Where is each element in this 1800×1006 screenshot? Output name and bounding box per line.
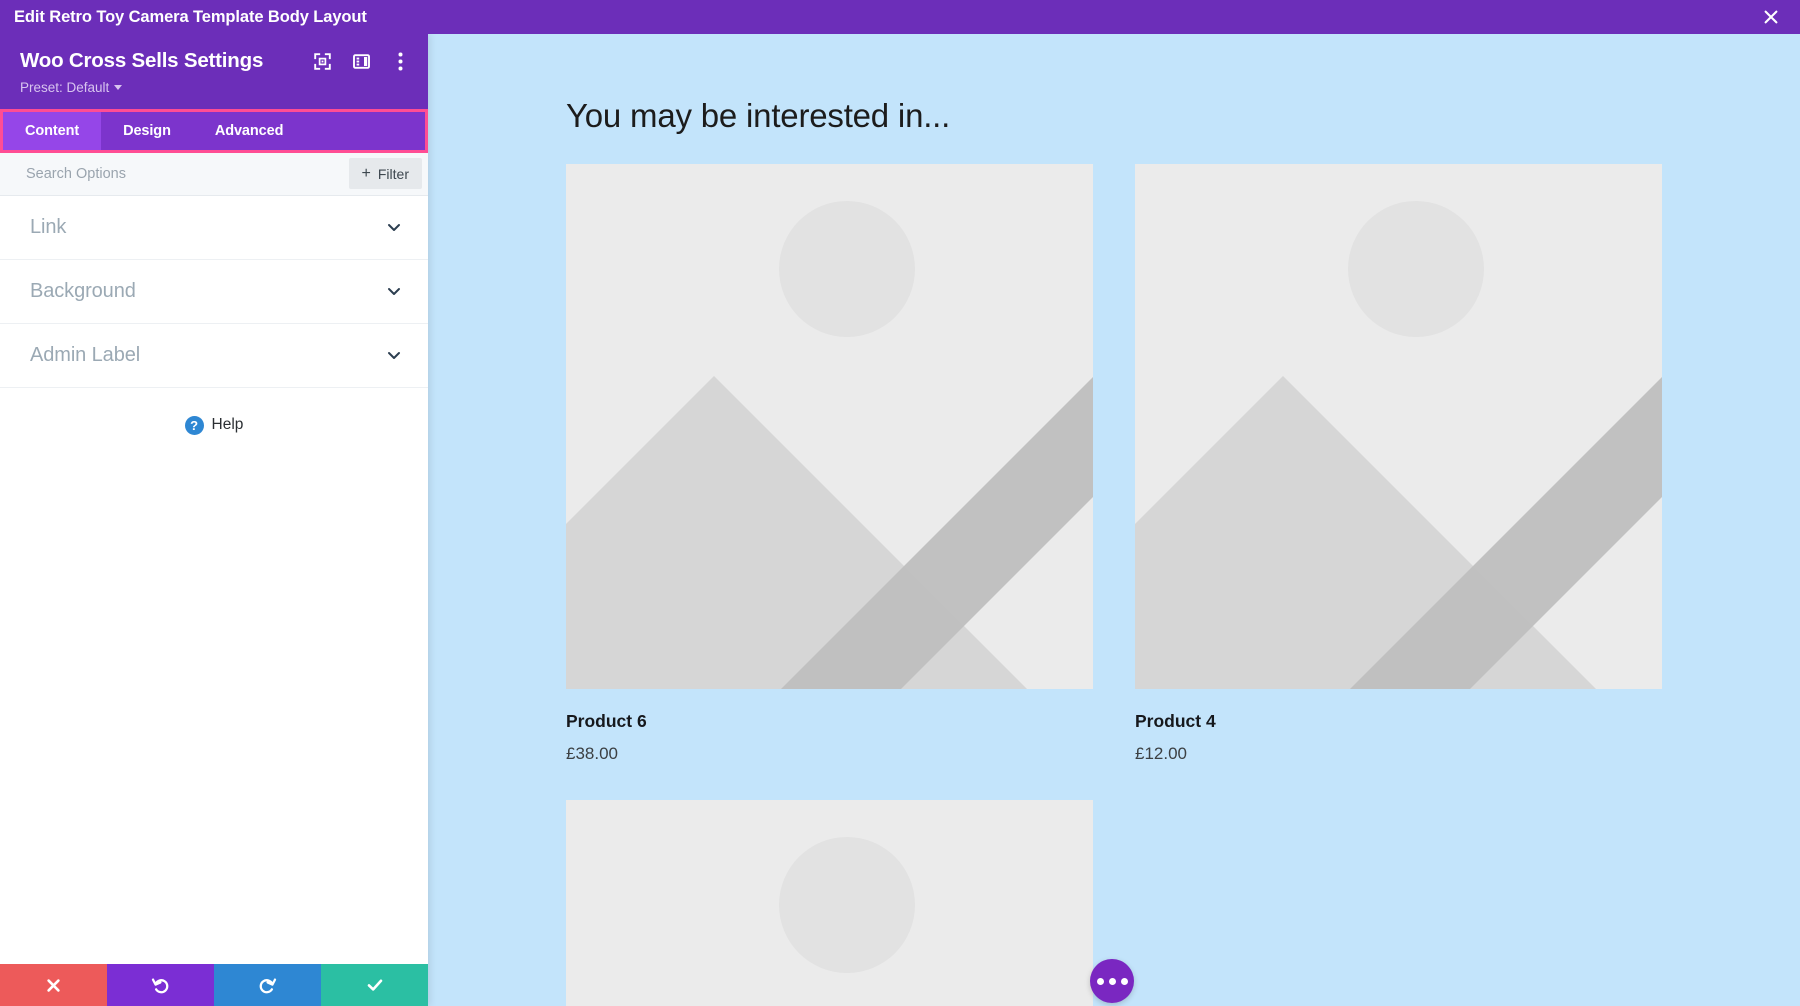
product-card[interactable]: Product 6 £38.00: [566, 164, 1093, 764]
panel-header-actions: [302, 51, 410, 71]
divi-builder-screen: Edit Retro Toy Camera Template Body Layo…: [0, 0, 1800, 1006]
filter-label: Filter: [378, 166, 409, 182]
product-card[interactable]: [566, 800, 1093, 1006]
close-x-icon: [45, 977, 62, 994]
accordion-label: Link: [30, 216, 66, 239]
tab-label: Advanced: [215, 123, 284, 139]
tab-label: Content: [25, 123, 79, 139]
layout-panel-icon[interactable]: [351, 51, 371, 71]
chevron-down-icon: [386, 347, 402, 363]
question-mark-icon: ?: [185, 416, 204, 435]
product-title: Product 6: [566, 711, 1093, 732]
close-icon[interactable]: [1758, 4, 1784, 30]
accordion-item-background[interactable]: Background: [0, 260, 428, 324]
tab-label: Design: [123, 123, 171, 139]
tab-design[interactable]: Design: [101, 112, 193, 150]
accordion-item-link[interactable]: Link: [0, 196, 428, 260]
options-accordion: Link Background Admin Label: [0, 196, 428, 388]
focus-target-icon[interactable]: [312, 51, 332, 71]
plus-icon: +: [362, 166, 371, 182]
preview-content: You may be interested in... Product 6: [428, 34, 1800, 1006]
redo-arrow-icon: [258, 976, 277, 995]
help-label: Help: [212, 416, 244, 434]
checkmark-icon: [365, 975, 385, 995]
preset-label: Preset: Default: [20, 80, 109, 96]
discard-button[interactable]: [0, 964, 107, 1006]
tab-bar: Content Design Advanced: [3, 112, 425, 150]
product-image-placeholder: [566, 164, 1093, 689]
top-bar: Edit Retro Toy Camera Template Body Layo…: [0, 0, 1800, 34]
fab-dot-3: [1121, 978, 1128, 985]
chevron-down-icon: [386, 219, 402, 235]
chevron-down-icon: [114, 85, 122, 90]
tab-content[interactable]: Content: [3, 112, 101, 150]
save-button[interactable]: [321, 964, 428, 1006]
preset-selector[interactable]: Preset: Default: [20, 80, 122, 96]
panel-header: Woo Cross Sells Settings: [0, 34, 428, 109]
panel-footer: [0, 964, 428, 1006]
product-card[interactable]: Product 4 £12.00: [1135, 164, 1662, 764]
module-settings-panel: Woo Cross Sells Settings: [0, 34, 428, 1006]
product-price: £38.00: [566, 744, 1093, 764]
product-grid: Product 6 £38.00 Product 4 £12.00: [566, 164, 1662, 1006]
undo-button[interactable]: [107, 964, 214, 1006]
product-title: Product 4: [1135, 711, 1662, 732]
accordion-label: Admin Label: [30, 344, 140, 367]
fab-dot-1: [1097, 978, 1104, 985]
tab-advanced[interactable]: Advanced: [193, 112, 306, 150]
top-bar-title: Edit Retro Toy Camera Template Body Layo…: [14, 9, 367, 26]
product-price: £12.00: [1135, 744, 1662, 764]
panel-empty-space: [0, 435, 428, 964]
filter-button[interactable]: + Filter: [349, 158, 422, 189]
accordion-item-admin-label[interactable]: Admin Label: [0, 324, 428, 388]
search-row: + Filter: [0, 153, 428, 196]
search-input[interactable]: [26, 153, 349, 195]
help-row[interactable]: ? Help: [0, 388, 428, 435]
accordion-label: Background: [30, 280, 136, 303]
product-image-placeholder: [1135, 164, 1662, 689]
vertical-dots-icon[interactable]: [390, 51, 410, 71]
chevron-down-icon: [386, 283, 402, 299]
tab-bar-highlight: Content Design Advanced: [0, 109, 428, 153]
fab-dot-2: [1109, 978, 1116, 985]
undo-arrow-icon: [151, 976, 170, 995]
cross-sells-heading: You may be interested in...: [566, 96, 1800, 136]
product-image-placeholder: [566, 800, 1093, 1006]
panel-title: Woo Cross Sells Settings: [20, 50, 302, 73]
more-options-fab[interactable]: [1090, 959, 1134, 1003]
redo-button[interactable]: [214, 964, 321, 1006]
